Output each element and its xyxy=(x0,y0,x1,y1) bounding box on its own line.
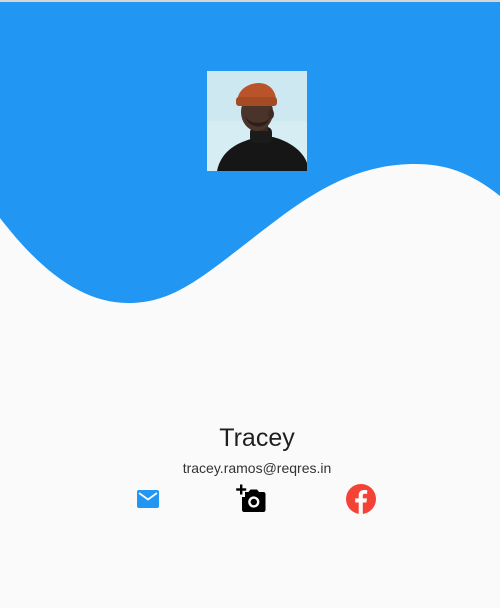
top-divider xyxy=(0,0,500,2)
facebook-icon xyxy=(346,484,376,514)
profile-avatar xyxy=(207,71,307,171)
mail-icon xyxy=(137,490,159,508)
mail-button[interactable] xyxy=(133,484,163,514)
profile-email: tracey.ramos@reqres.in xyxy=(182,460,332,476)
add-photo-button[interactable] xyxy=(236,484,266,514)
facebook-button[interactable] xyxy=(346,484,376,514)
add-a-photo-icon xyxy=(236,484,266,512)
profile-name: Tracey xyxy=(219,424,295,452)
